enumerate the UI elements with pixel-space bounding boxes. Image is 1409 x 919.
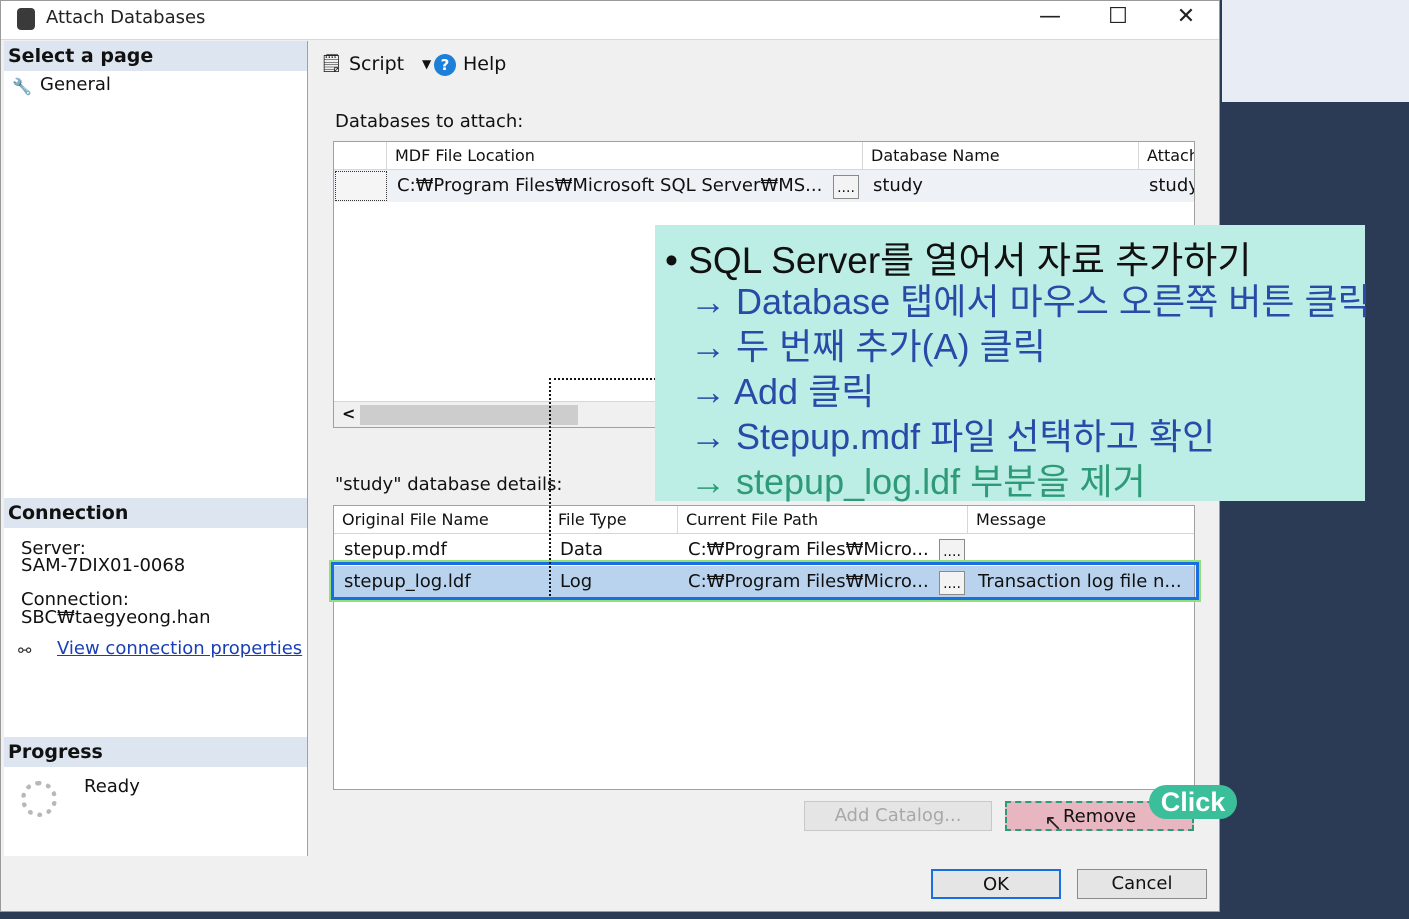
current-file-path-cell[interactable]: C:₩Program Files₩Micro... (678, 567, 938, 597)
scroll-left-button[interactable]: < (342, 404, 355, 423)
help-label: Help (463, 53, 507, 75)
close-button[interactable]: ✕ (1152, 1, 1220, 35)
database-name-cell[interactable]: study (863, 171, 1139, 201)
progress-status: Ready (84, 776, 140, 797)
wrench-icon: 🔧 (12, 77, 32, 96)
original-file-name-cell[interactable]: stepup_log.ldf (334, 567, 550, 597)
callout-line-horizontal (549, 378, 656, 380)
original-file-name-cell[interactable]: stepup.mdf (334, 535, 550, 565)
overlay-step: → stepup_log.ldf 부분을 제거 (690, 461, 1146, 502)
attach-as-cell[interactable]: study (1139, 171, 1194, 201)
minimize-button[interactable]: — (1016, 1, 1084, 35)
connection-header: Connection (4, 498, 307, 528)
column-original-file-name[interactable]: Original File Name (334, 506, 550, 534)
file-type-cell[interactable]: Data (550, 535, 678, 565)
view-connection-link[interactable]: View connection properties (57, 638, 302, 659)
progress-spinner-icon (21, 781, 57, 817)
left-panel: Select a page 🔧 General Connection Serve… (4, 41, 307, 856)
browse-path-button[interactable]: .... (939, 539, 965, 563)
database-details-label: "study" database details: (335, 474, 563, 495)
panel-divider (307, 41, 308, 856)
browse-path-button[interactable]: .... (939, 571, 965, 595)
column-current-file-path[interactable]: Current File Path (678, 506, 968, 534)
callout-line-vertical (549, 378, 551, 596)
window-title: Attach Databases (46, 7, 206, 28)
database-icon (17, 8, 35, 30)
connection-properties-icon: ⚯ (18, 641, 32, 660)
script-icon: 🗒 (320, 53, 343, 74)
add-catalog-button[interactable]: Add Catalog... (804, 801, 992, 831)
page-item-general[interactable]: 🔧 General (12, 73, 292, 99)
click-badge: Click (1149, 785, 1237, 819)
cancel-button[interactable]: Cancel (1077, 869, 1207, 899)
select-page-header: Select a page (4, 41, 307, 71)
chevron-down-icon: ▼ (422, 57, 432, 71)
file-type-cell[interactable]: Log (550, 567, 678, 597)
scrollbar-thumb[interactable] (360, 405, 578, 425)
script-label: Script (349, 53, 405, 75)
mdf-location-cell[interactable]: C:₩Program Files₩Microsoft SQL Server₩MS… (387, 171, 827, 201)
progress-header: Progress (4, 737, 307, 767)
tutorial-overlay: • SQL Server를 열어서 자료 추가하기 → Database 탭에서… (655, 225, 1371, 502)
databases-to-attach-label: Databases to attach: (335, 111, 524, 132)
script-button[interactable]: 🗒 Script ▼ (320, 51, 432, 79)
background-window (1222, 0, 1409, 102)
toolbar: 🗒 Script ▼ ? Help (308, 41, 1220, 91)
maximize-button[interactable]: ☐ (1084, 1, 1152, 35)
table-row[interactable]: C:₩Program Files₩Microsoft SQL Server₩MS… (334, 170, 1194, 202)
ok-button[interactable]: OK (931, 869, 1061, 899)
row-selector[interactable] (335, 171, 387, 201)
page-item-label: General (40, 74, 111, 95)
column-message[interactable]: Message (968, 506, 1194, 534)
message-cell (968, 535, 1194, 565)
mouse-cursor-icon: ↖ (1044, 811, 1063, 836)
column-database-name[interactable]: Database Name (863, 142, 1139, 170)
help-button[interactable]: ? Help (434, 51, 514, 79)
message-cell: Transaction log file n... (978, 571, 1182, 592)
column-mdf-location[interactable]: MDF File Location (387, 142, 863, 170)
title-bar: Attach Databases — ☐ ✕ (1, 1, 1219, 40)
table-row[interactable]: stepup.mdf Data C:₩Program Files₩Micro..… (334, 534, 1194, 566)
browse-mdf-button[interactable]: .... (833, 175, 859, 199)
view-connection-properties[interactable]: ⚯ View connection properties (18, 638, 303, 664)
connection-value: SBC₩taegyeong.han (21, 607, 211, 628)
table-row-selected[interactable]: stepup_log.ldf Log C:₩Program Files₩Micr… (334, 566, 1194, 598)
current-file-path-cell[interactable]: C:₩Program Files₩Micro... (678, 535, 938, 565)
grid-corner (334, 142, 387, 170)
details-grid: Original File Name File Type Current Fil… (333, 505, 1195, 790)
server-value: SAM-7DIX01-0068 (21, 555, 186, 576)
column-attach-as[interactable]: Attach (1139, 142, 1194, 170)
column-file-type[interactable]: File Type (550, 506, 678, 534)
help-icon: ? (434, 54, 456, 76)
